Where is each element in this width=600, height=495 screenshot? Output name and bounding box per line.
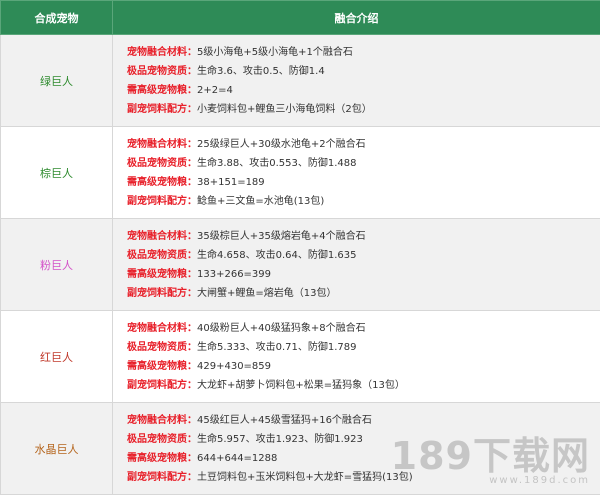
recipe-label: 副宠饲料配方：	[127, 288, 197, 299]
pet-name-text: 棕巨人	[40, 167, 73, 180]
food-value: 133+266=399	[197, 269, 271, 280]
recipe-line: 副宠饲料配方：土豆饲料包+玉米饲料包+大龙虾=雪猛犸(13包)	[127, 468, 600, 487]
recipe-value: 小麦饲料包+鲤鱼三小海龟饲料（2包）	[197, 104, 372, 115]
materials-label: 宠物融合材料：	[127, 47, 197, 58]
materials-line: 宠物融合材料：40级粉巨人+40级猛犸象+8个融合石	[127, 319, 600, 338]
recipe-value: 土豆饲料包+玉米饲料包+大龙虾=雪猛犸(13包)	[197, 472, 413, 483]
stats-value: 生命5.333、攻击0.71、防御1.789	[197, 342, 357, 353]
recipe-label: 副宠饲料配方：	[127, 104, 197, 115]
pet-name: 水晶巨人	[1, 403, 113, 495]
recipe-value: 大龙虾+胡萝卜饲料包+松果=猛犸象（13包）	[197, 380, 405, 391]
stats-value: 生命3.88、攻击0.553、防御1.488	[197, 158, 357, 169]
food-value: 644+644=1288	[197, 453, 277, 464]
food-line: 需高级宠物粮：2+2=4	[127, 81, 600, 100]
pet-name-text: 粉巨人	[40, 259, 73, 272]
stats-line: 极品宠物资质：生命4.658、攻击0.64、防御1.635	[127, 246, 600, 265]
pet-name: 棕巨人	[1, 127, 113, 219]
food-label: 需高级宠物粮：	[127, 361, 197, 372]
table-header-row: 合成宠物 融合介绍	[1, 1, 600, 35]
materials-line: 宠物融合材料：35级棕巨人+35级熔岩龟+4个融合石	[127, 227, 600, 246]
table-row: 绿巨人 宠物融合材料：5级小海龟+5级小海龟+1个融合石 极品宠物资质：生命3.…	[1, 35, 600, 127]
recipe-line: 副宠饲料配方：鲶鱼+三文鱼=水池龟(13包)	[127, 192, 600, 211]
materials-value: 5级小海龟+5级小海龟+1个融合石	[197, 47, 353, 58]
recipe-label: 副宠饲料配方：	[127, 196, 197, 207]
food-value: 2+2=4	[197, 85, 233, 96]
fusion-info: 宠物融合材料：25级绿巨人+30级水池龟+2个融合石 极品宠物资质：生命3.88…	[113, 127, 600, 219]
materials-value: 45级红巨人+45级雪猛犸+16个融合石	[197, 415, 372, 426]
table-row: 红巨人 宠物融合材料：40级粉巨人+40级猛犸象+8个融合石 极品宠物资质：生命…	[1, 311, 600, 403]
materials-label: 宠物融合材料：	[127, 323, 197, 334]
food-line: 需高级宠物粮：644+644=1288	[127, 449, 600, 468]
stats-label: 极品宠物资质：	[127, 342, 197, 353]
table-body: 绿巨人 宠物融合材料：5级小海龟+5级小海龟+1个融合石 极品宠物资质：生命3.…	[1, 35, 600, 495]
stats-value: 生命5.957、攻击1.923、防御1.923	[197, 434, 363, 445]
stats-label: 极品宠物资质：	[127, 250, 197, 261]
stats-line: 极品宠物资质：生命3.88、攻击0.553、防御1.488	[127, 154, 600, 173]
stats-value: 生命4.658、攻击0.64、防御1.635	[197, 250, 357, 261]
food-value: 38+151=189	[197, 177, 265, 188]
table-row: 水晶巨人 宠物融合材料：45级红巨人+45级雪猛犸+16个融合石 极品宠物资质：…	[1, 403, 600, 495]
stats-value: 生命3.6、攻击0.5、防御1.4	[197, 66, 325, 77]
recipe-value: 鲶鱼+三文鱼=水池龟(13包)	[197, 196, 324, 207]
page: 合成宠物 融合介绍 绿巨人 宠物融合材料：5级小海龟+5级小海龟+1个融合石 极…	[0, 0, 600, 492]
recipe-line: 副宠饲料配方：小麦饲料包+鲤鱼三小海龟饲料（2包）	[127, 100, 600, 119]
pet-name: 粉巨人	[1, 219, 113, 311]
fusion-info: 宠物融合材料：5级小海龟+5级小海龟+1个融合石 极品宠物资质：生命3.6、攻击…	[113, 35, 600, 127]
pet-name: 绿巨人	[1, 35, 113, 127]
recipe-label: 副宠饲料配方：	[127, 472, 197, 483]
fusion-info: 宠物融合材料：40级粉巨人+40级猛犸象+8个融合石 极品宠物资质：生命5.33…	[113, 311, 600, 403]
food-label: 需高级宠物粮：	[127, 85, 197, 96]
pet-name-text: 水晶巨人	[35, 443, 79, 456]
stats-label: 极品宠物资质：	[127, 158, 197, 169]
recipe-label: 副宠饲料配方：	[127, 380, 197, 391]
materials-line: 宠物融合材料：25级绿巨人+30级水池龟+2个融合石	[127, 135, 600, 154]
pet-name-text: 红巨人	[40, 351, 73, 364]
table-row: 粉巨人 宠物融合材料：35级棕巨人+35级熔岩龟+4个融合石 极品宠物资质：生命…	[1, 219, 600, 311]
pet-fusion-table: 合成宠物 融合介绍 绿巨人 宠物融合材料：5级小海龟+5级小海龟+1个融合石 极…	[0, 0, 600, 495]
stats-line: 极品宠物资质：生命5.333、攻击0.71、防御1.789	[127, 338, 600, 357]
food-line: 需高级宠物粮：38+151=189	[127, 173, 600, 192]
food-value: 429+430=859	[197, 361, 271, 372]
recipe-value: 大闸蟹+鲤鱼=熔岩龟（13包）	[197, 288, 336, 299]
materials-value: 40级粉巨人+40级猛犸象+8个融合石	[197, 323, 366, 334]
food-label: 需高级宠物粮：	[127, 177, 197, 188]
stats-label: 极品宠物资质：	[127, 66, 197, 77]
materials-label: 宠物融合材料：	[127, 139, 197, 150]
stats-line: 极品宠物资质：生命3.6、攻击0.5、防御1.4	[127, 62, 600, 81]
materials-value: 25级绿巨人+30级水池龟+2个融合石	[197, 139, 366, 150]
food-label: 需高级宠物粮：	[127, 269, 197, 280]
materials-label: 宠物融合材料：	[127, 415, 197, 426]
stats-line: 极品宠物资质：生命5.957、攻击1.923、防御1.923	[127, 430, 600, 449]
materials-line: 宠物融合材料：5级小海龟+5级小海龟+1个融合石	[127, 43, 600, 62]
recipe-line: 副宠饲料配方：大闸蟹+鲤鱼=熔岩龟（13包）	[127, 284, 600, 303]
recipe-line: 副宠饲料配方：大龙虾+胡萝卜饲料包+松果=猛犸象（13包）	[127, 376, 600, 395]
fusion-info: 宠物融合材料：35级棕巨人+35级熔岩龟+4个融合石 极品宠物资质：生命4.65…	[113, 219, 600, 311]
pet-name: 红巨人	[1, 311, 113, 403]
table-row: 棕巨人 宠物融合材料：25级绿巨人+30级水池龟+2个融合石 极品宠物资质：生命…	[1, 127, 600, 219]
food-line: 需高级宠物粮：429+430=859	[127, 357, 600, 376]
pet-name-text: 绿巨人	[40, 75, 73, 88]
food-line: 需高级宠物粮：133+266=399	[127, 265, 600, 284]
materials-value: 35级棕巨人+35级熔岩龟+4个融合石	[197, 231, 366, 242]
stats-label: 极品宠物资质：	[127, 434, 197, 445]
materials-label: 宠物融合材料：	[127, 231, 197, 242]
fusion-info: 宠物融合材料：45级红巨人+45级雪猛犸+16个融合石 极品宠物资质：生命5.9…	[113, 403, 600, 495]
header-pet: 合成宠物	[1, 1, 113, 35]
food-label: 需高级宠物粮：	[127, 453, 197, 464]
header-intro: 融合介绍	[113, 1, 600, 35]
materials-line: 宠物融合材料：45级红巨人+45级雪猛犸+16个融合石	[127, 411, 600, 430]
